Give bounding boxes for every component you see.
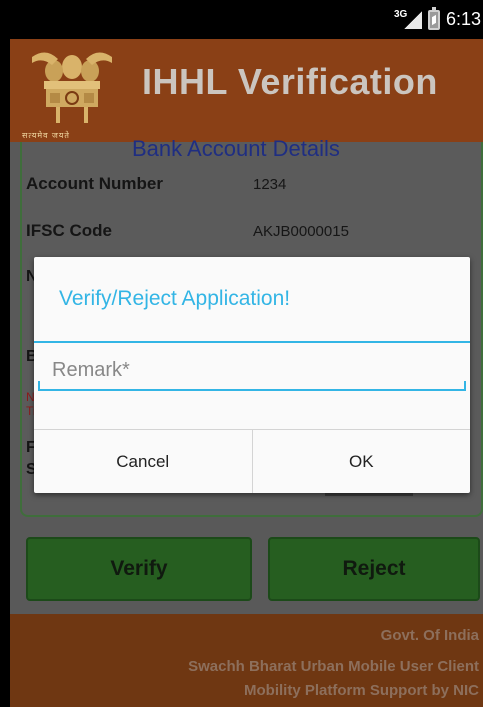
account-number-label: Account Number — [26, 174, 163, 193]
status-bar: 3G 6:13 — [10, 0, 483, 39]
dialog-actions: Cancel OK — [34, 429, 470, 493]
national-emblem-logo: सत्यमेव जयते — [22, 45, 122, 140]
app-title: IHHL Verification — [142, 61, 438, 102]
battery-icon — [427, 6, 440, 30]
cancel-button[interactable]: Cancel — [34, 430, 252, 493]
ifsc-code-label: IFSC Code — [26, 221, 112, 240]
signal-icon: 3G — [394, 9, 422, 31]
dialog-title-divider — [34, 341, 470, 343]
verify-button[interactable]: Verify — [26, 537, 252, 601]
input-underline-tick — [38, 381, 40, 391]
status-icons: 3G 6:13 — [394, 0, 483, 39]
status-time: 6:13 — [445, 9, 481, 29]
reject-button[interactable]: Reject — [268, 537, 480, 601]
ok-button[interactable]: OK — [251, 430, 471, 493]
footer-govt-text: Govt. Of India — [380, 627, 479, 644]
account-number-value: 1234 — [253, 176, 287, 193]
dialog-title: Verify/Reject Application! — [59, 287, 291, 310]
app-header: सत्यमेव जयते IHHL Verification — [10, 39, 483, 142]
remark-input[interactable] — [38, 351, 466, 391]
verify-reject-dialog: Verify/Reject Application! Cancel OK — [34, 257, 470, 493]
section-title: Bank Account Details — [132, 136, 340, 161]
emblem-motto: सत्यमेव जयते — [22, 131, 70, 140]
input-underline-tick — [464, 381, 466, 391]
footer-app-text: Swachh Bharat Urban Mobile User Client — [188, 658, 479, 675]
footer-support-text: Mobility Platform Support by NIC — [244, 682, 479, 699]
ifsc-code-value: AKJB0000015 — [253, 223, 349, 240]
footer: Govt. Of India Swachh Bharat Urban Mobil… — [10, 614, 483, 707]
